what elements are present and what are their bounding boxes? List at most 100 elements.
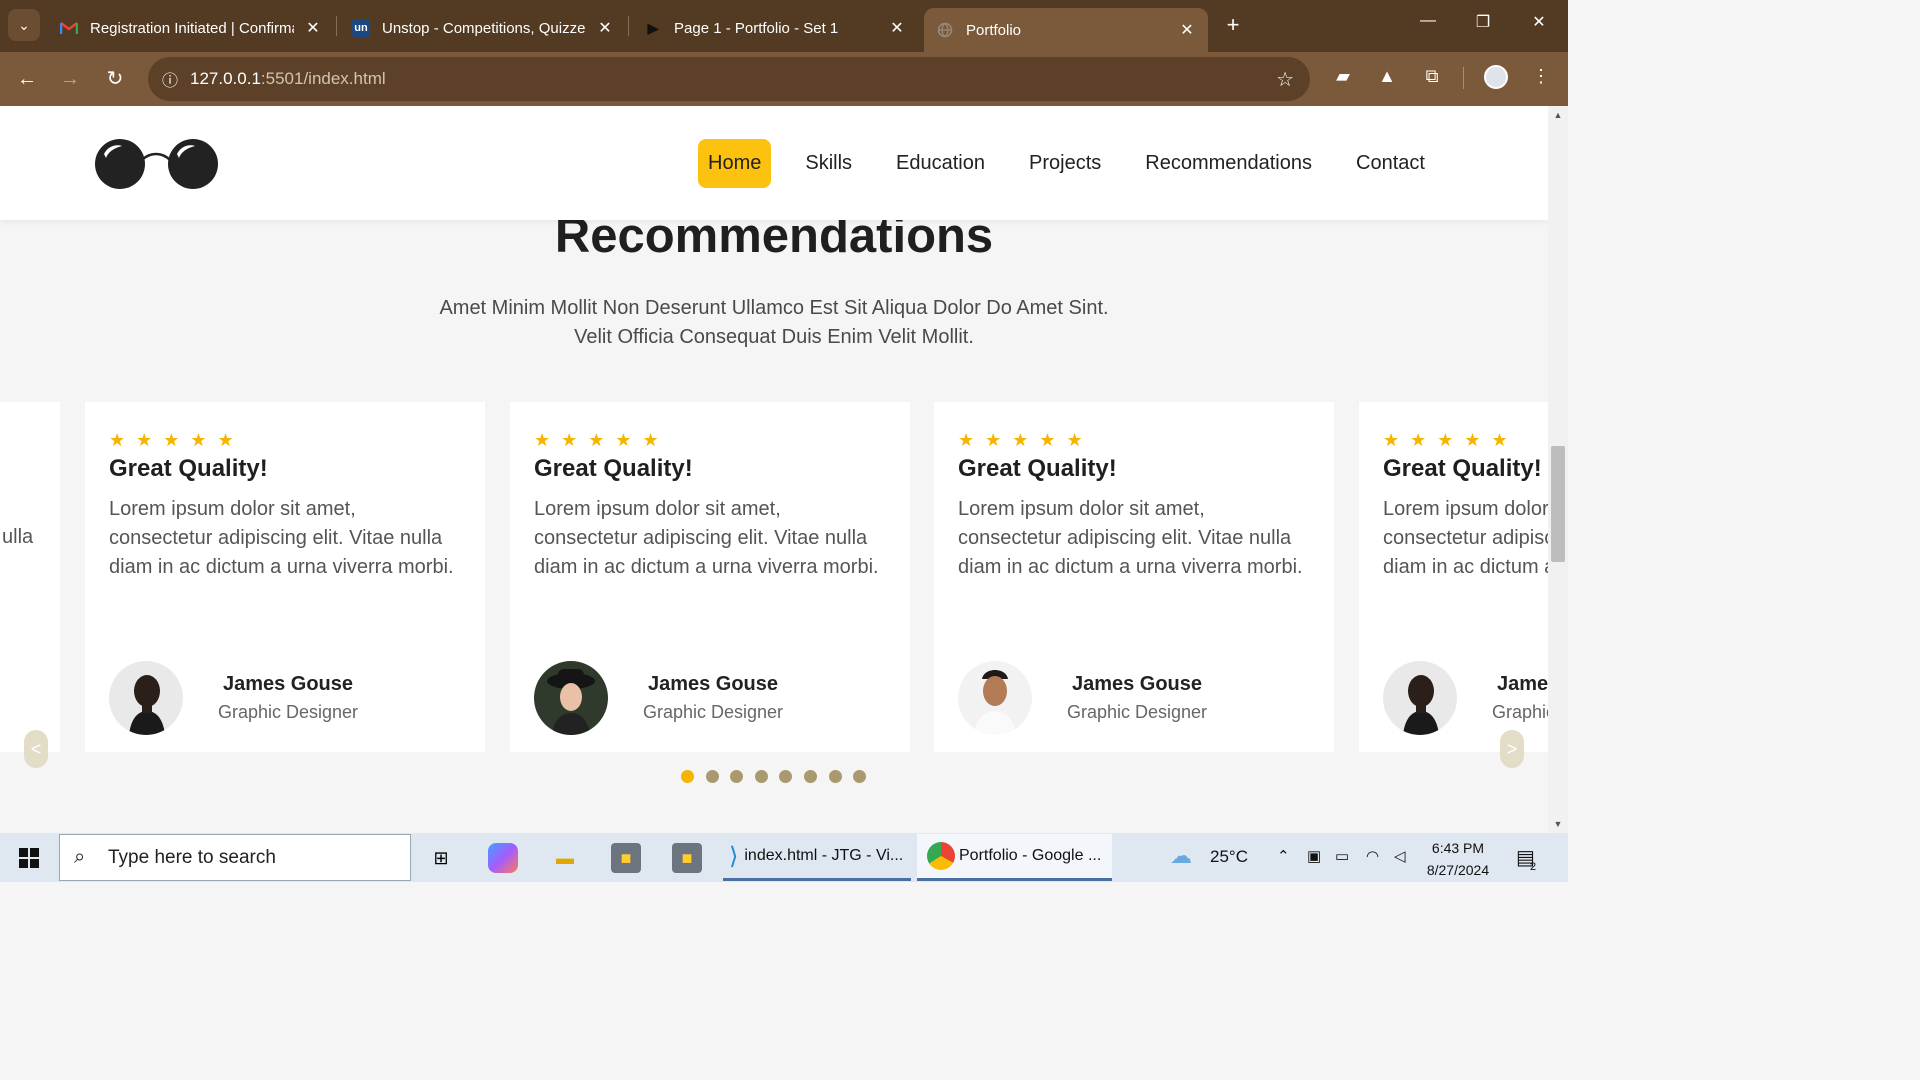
- nav-projects[interactable]: Projects: [1019, 139, 1111, 188]
- web-page: Home Skills Education Projects Recommend…: [0, 106, 1548, 833]
- extension-icon[interactable]: ▰: [1330, 66, 1356, 87]
- tab-unstop[interactable]: un Unstop - Competitions, Quizzes ✕: [340, 8, 626, 48]
- site-header: Home Skills Education Projects Recommend…: [0, 106, 1548, 220]
- taskbar-vscode[interactable]: ⟩ index.html - JTG - Vi...: [723, 834, 911, 881]
- windows-taskbar: ⌕ Type here to search ⊞ ▬ ■ ■ ⟩ index.ht…: [0, 833, 1568, 882]
- subtitle-line: Velit Officia Consequat Duis Enim Velit …: [574, 326, 974, 348]
- close-window-button[interactable]: ✕: [1524, 12, 1554, 32]
- reviewer: James Gouse Graphic Designer: [958, 661, 1212, 735]
- new-tab-button[interactable]: +: [1220, 12, 1246, 38]
- tab-title: Page 1 - Portfolio - Set 1: [674, 19, 839, 37]
- copilot-icon[interactable]: [488, 843, 518, 873]
- file-explorer-icon[interactable]: ▬: [550, 843, 580, 873]
- card-title: Great Quality!: [1383, 455, 1542, 482]
- site-info-icon[interactable]: ⓘ: [150, 67, 190, 91]
- close-icon[interactable]: ✕: [1178, 20, 1196, 40]
- windows-start-icon[interactable]: [19, 848, 39, 868]
- page-scrollbar[interactable]: ▲ ▼: [1548, 106, 1568, 833]
- carousel-dot[interactable]: [779, 770, 793, 783]
- menu-dots-icon[interactable]: ⋮: [1528, 66, 1554, 87]
- vscode-icon: ⟩: [729, 842, 739, 870]
- carousel-next-button[interactable]: >: [1500, 730, 1524, 768]
- chrome-icon: [927, 842, 955, 870]
- forward-button[interactable]: →: [56, 65, 84, 93]
- bookmark-star-icon[interactable]: ☆: [1276, 67, 1294, 92]
- restore-button[interactable]: ❐: [1468, 12, 1498, 32]
- address-bar[interactable]: ⓘ 127.0.0.1:5501/index.html ☆: [148, 57, 1310, 101]
- nav-recommendations[interactable]: Recommendations: [1135, 139, 1322, 188]
- scrollbar-thumb[interactable]: [1551, 446, 1565, 562]
- task-view-icon[interactable]: ⊞: [426, 843, 456, 873]
- app-icon[interactable]: ■: [672, 843, 702, 873]
- avatar: [1383, 661, 1457, 735]
- weather-temp[interactable]: 25°C: [1210, 847, 1248, 867]
- clock-time: 6:43 PM: [1431, 840, 1485, 856]
- recommendation-card-partial: ulla: [0, 402, 60, 752]
- reviewer: James Gouse Graphic Designer: [534, 661, 788, 735]
- carousel-dot[interactable]: [681, 770, 694, 783]
- globe-icon: [936, 21, 954, 39]
- taskbar-app-label: index.html - JTG - Vi...: [744, 847, 904, 864]
- carousel-dot[interactable]: [705, 770, 719, 783]
- tab-gmail[interactable]: Registration Initiated | Confirma ✕: [48, 8, 334, 48]
- app-icon[interactable]: ■: [611, 843, 641, 873]
- close-icon[interactable]: ✕: [304, 18, 322, 38]
- carousel-dot[interactable]: [828, 770, 842, 783]
- nav-education[interactable]: Education: [886, 139, 995, 188]
- close-icon[interactable]: ✕: [596, 18, 614, 38]
- url-text[interactable]: 127.0.0.1:5501/index.html: [190, 69, 386, 89]
- carousel-dot[interactable]: [730, 770, 744, 783]
- profile-avatar[interactable]: [1484, 65, 1508, 89]
- close-icon[interactable]: ✕: [888, 18, 906, 38]
- drive-extension-icon[interactable]: ▲: [1374, 66, 1400, 87]
- main-nav: Home Skills Education Projects Recommend…: [698, 139, 1459, 188]
- meet-icon[interactable]: ▣: [1307, 847, 1321, 865]
- clock-date: 8/27/2024: [1426, 862, 1490, 878]
- minimize-button[interactable]: —: [1413, 12, 1443, 30]
- card-title: Great Quality!: [534, 455, 693, 482]
- carousel-prev-button[interactable]: <: [24, 730, 48, 768]
- nav-contact[interactable]: Contact: [1346, 139, 1435, 188]
- carousel-dot[interactable]: [754, 770, 768, 783]
- volume-icon[interactable]: ◁: [1394, 847, 1406, 865]
- subtitle-line: Amet Minim Mollit Non Deserunt Ullamco E…: [439, 297, 1109, 319]
- taskbar-clock[interactable]: 6:43 PM 8/27/2024: [1418, 837, 1498, 881]
- tab-portfolio[interactable]: Portfolio ✕: [924, 8, 1208, 52]
- tray-chevron-icon[interactable]: ⌃: [1277, 847, 1290, 865]
- reviewer-name: James Gouse: [1071, 673, 1203, 695]
- unstop-icon: un: [352, 19, 370, 37]
- reviewer-role: Graphic Designer: [642, 702, 784, 722]
- nav-skills[interactable]: Skills: [795, 139, 862, 188]
- reload-button[interactable]: ↻: [101, 65, 129, 93]
- nav-home[interactable]: Home: [698, 139, 772, 188]
- taskbar-search[interactable]: ⌕ Type here to search: [59, 834, 411, 881]
- recommendation-card: ★ ★ ★ ★ ★ Great Quality! Lorem ipsum dol…: [85, 402, 485, 752]
- tab-page-1[interactable]: ▶ Page 1 - Portfolio - Set 1 ✕: [632, 8, 918, 48]
- recommendation-card: ★ ★ ★ ★ ★ Great Quality! Lorem ipsum dol…: [1359, 402, 1548, 752]
- rating-stars: ★ ★ ★ ★ ★: [1383, 430, 1511, 450]
- glasses-logo[interactable]: [94, 138, 222, 190]
- toolbar-divider: [1463, 67, 1464, 89]
- back-button[interactable]: ←: [13, 65, 41, 93]
- rating-stars: ★ ★ ★ ★ ★: [109, 430, 237, 450]
- scroll-up-icon[interactable]: ▲: [1548, 110, 1568, 120]
- scroll-down-icon[interactable]: ▼: [1548, 819, 1568, 829]
- card-title: Great Quality!: [958, 455, 1117, 482]
- card-text: Lorem ipsum dolor sit amet, consectetur …: [1383, 498, 1548, 578]
- extensions-puzzle-icon[interactable]: ⧉: [1419, 66, 1445, 87]
- rating-stars: ★ ★ ★ ★ ★: [534, 430, 662, 450]
- wifi-icon[interactable]: ◠: [1366, 847, 1379, 865]
- battery-icon[interactable]: ▭: [1335, 847, 1349, 865]
- carousel-dot[interactable]: [853, 770, 867, 783]
- taskbar-chrome[interactable]: Portfolio - Google ...: [917, 834, 1112, 881]
- rating-stars: ★ ★ ★ ★ ★: [958, 430, 1086, 450]
- play-icon: ▶: [647, 19, 659, 36]
- weather-icon[interactable]: ☁: [1170, 843, 1192, 869]
- tab-search-button[interactable]: ⌄: [8, 9, 40, 41]
- reviewer-name: James Gouse: [647, 673, 779, 695]
- card-text: Lorem ipsum dolor sit amet, consectetur …: [109, 498, 454, 578]
- card-text: Lorem ipsum dolor sit amet, consectetur …: [534, 498, 879, 578]
- tab-divider: [336, 16, 337, 36]
- tab-title: Portfolio: [966, 21, 1022, 39]
- carousel-dot[interactable]: [803, 770, 817, 783]
